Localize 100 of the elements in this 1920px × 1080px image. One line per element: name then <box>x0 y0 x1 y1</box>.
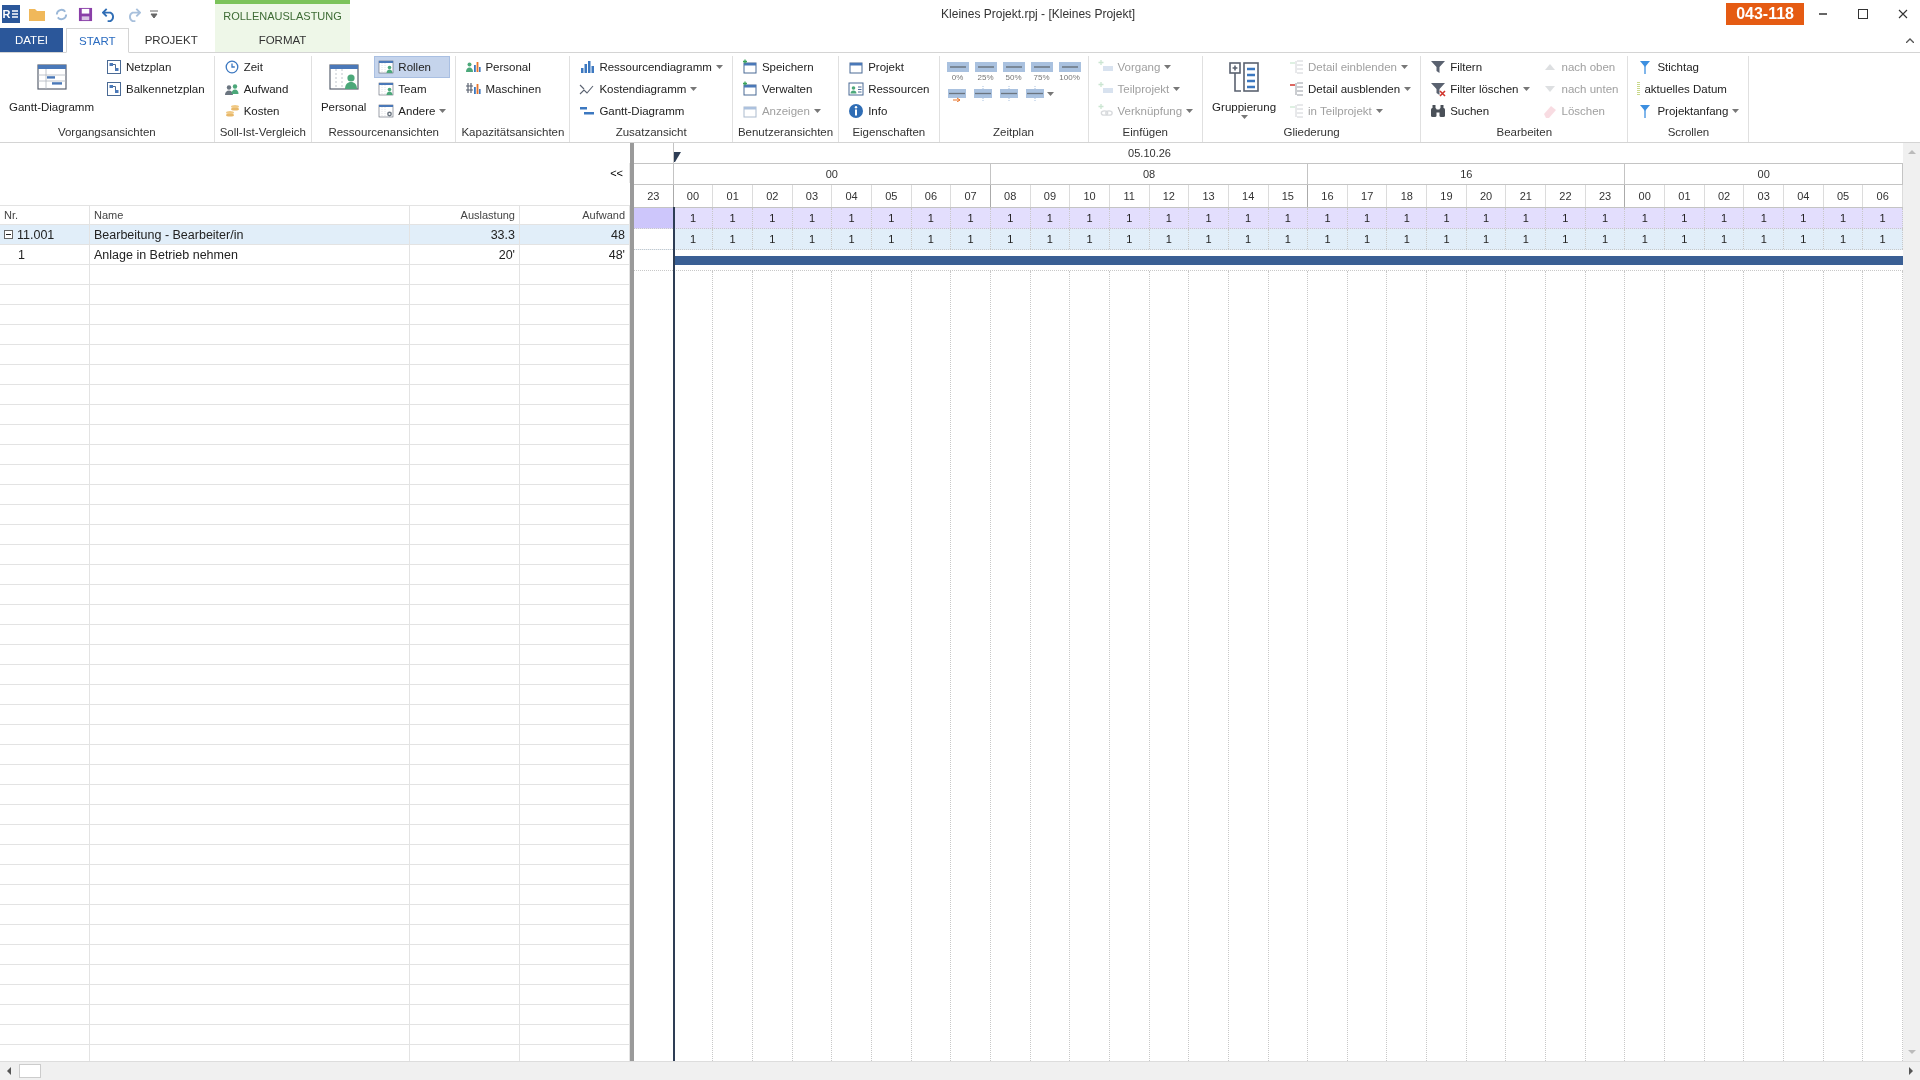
hour-label: 19 <box>1427 185 1467 207</box>
load-cell: 1 <box>1268 208 1309 228</box>
zoom-button[interactable]: 75% <box>1028 62 1055 82</box>
ribbon-button[interactable]: Rollen <box>374 56 451 78</box>
window-plus-icon <box>741 81 758 97</box>
table-cell: 1 <box>18 247 25 262</box>
hour-label: 13 <box>1189 185 1229 207</box>
ribbon-group-label: Benutzeransichten <box>737 126 834 140</box>
table-row[interactable]: 11.001 Bearbeitung - Bearbeiter/in 33.3 48 <box>0 225 630 245</box>
ribbon-button[interactable]: Gruppierung <box>1208 56 1281 124</box>
ribbon-button[interactable]: Detail ausblenden <box>1284 78 1416 100</box>
column-header[interactable]: Nr. <box>0 206 90 224</box>
customize-caret-icon[interactable] <box>150 10 158 18</box>
hour-label: 00 <box>1625 185 1666 207</box>
ribbon-button[interactable]: Personal <box>316 56 371 124</box>
ribbon-button[interactable]: Projektanfang <box>1633 100 1744 122</box>
ribbon-button[interactable]: Suchen <box>1426 100 1534 122</box>
collapse-ribbon-icon[interactable] <box>1906 37 1914 43</box>
ribbon-group-label: Vorgangsansichten <box>56 126 157 140</box>
hour-label: 14 <box>1228 185 1269 207</box>
undo-icon[interactable] <box>102 6 117 22</box>
ribbon-group-label: Gliederung <box>1282 126 1341 140</box>
load-cell: 1 <box>1189 208 1229 228</box>
zoom-button[interactable]: 25% <box>972 62 999 82</box>
hour-label: 17 <box>1347 185 1388 207</box>
load-cell: 1 <box>1387 229 1428 249</box>
caret-icon <box>1186 109 1194 113</box>
load-cell: 1 <box>1030 229 1071 249</box>
ribbon-group-label: Einfügen <box>1121 126 1169 140</box>
ribbon-button[interactable]: Team <box>374 78 451 100</box>
timescale-bar-icon <box>1058 62 1081 72</box>
collapse-pane-button[interactable]: << <box>604 163 629 183</box>
ribbon-button[interactable]: Filter löschen <box>1426 78 1534 100</box>
ribbon-group-label: Zusatzansicht <box>614 126 688 140</box>
table-row[interactable]: 1 Anlage in Betrieb nehmen 20' 48' <box>0 245 630 265</box>
clock-icon <box>223 59 240 75</box>
scrollbar-thumb[interactable] <box>19 1064 41 1078</box>
column-header[interactable]: Name <box>90 206 410 224</box>
funnel-icon <box>1430 59 1447 75</box>
date-label: 05.10.26 <box>1128 147 1171 159</box>
ribbon-button[interactable]: Kostendiagramm <box>575 78 727 100</box>
ribbon-button[interactable]: Zeit <box>219 56 293 78</box>
hour-label: 04 <box>832 185 872 207</box>
hour-label: 10 <box>1070 185 1110 207</box>
save-icon[interactable] <box>78 6 93 22</box>
scroll-right-icon[interactable] <box>1909 1067 1914 1075</box>
ribbon-button[interactable]: Ressourcen <box>844 78 934 100</box>
ribbon-button[interactable]: Verwalten <box>737 78 825 100</box>
ribbon-button[interactable]: Netzplan <box>102 56 209 78</box>
ribbon-button[interactable]: Gantt-Diagramm <box>575 100 727 122</box>
load-cell: 1 <box>1228 208 1269 228</box>
load-cell: 1 <box>1823 208 1864 228</box>
ribbon-button[interactable]: Projekt <box>844 56 934 78</box>
link-icon <box>1097 103 1114 119</box>
ribbon-button[interactable]: Ressourcendiagramm <box>575 56 727 78</box>
ribbon-button[interactable]: Stichtag <box>1633 56 1744 78</box>
task-bar[interactable] <box>673 255 1903 265</box>
load-cell: 1 <box>1347 229 1388 249</box>
load-cell: 1 <box>1466 229 1507 249</box>
load-cell: 1 <box>1823 229 1864 249</box>
hour-label: 05 <box>871 185 912 207</box>
window-title: Kleines Projekt.rpj - [Kleines Projekt] <box>940 7 1137 21</box>
load-cell: 1 <box>792 208 833 228</box>
ribbon-button[interactable]: Balkennetzplan <box>102 78 209 100</box>
ribbon-group-label: Ressourcenansichten <box>327 126 440 140</box>
ribbon-tab[interactable]: PROJEKT <box>131 28 211 52</box>
ribbon-tab[interactable]: DATEI <box>0 28 63 52</box>
zoom-button[interactable]: 100% <box>1056 62 1083 82</box>
ribbon-button[interactable]: Gantt-Diagramm <box>5 56 98 124</box>
load-cell: 1 <box>951 229 991 249</box>
caret-icon <box>715 65 723 69</box>
ribbon-button[interactable]: Aufwand <box>219 78 293 100</box>
app-logo[interactable]: R <box>2 5 20 23</box>
today-marker-icon <box>673 152 681 162</box>
hour-label: 07 <box>951 185 991 207</box>
ribbon-button[interactable]: Maschinen <box>461 78 546 100</box>
timescale-bar-icon <box>972 86 993 102</box>
info-icon <box>848 103 865 119</box>
maximize-icon[interactable] <box>1858 9 1868 19</box>
ribbon-group-label: Zeitplan <box>992 126 1035 140</box>
binoculars-icon <box>1430 103 1447 119</box>
ribbon-button[interactable]: Kosten <box>219 100 293 122</box>
ribbon-tab[interactable]: FORMAT <box>215 28 350 52</box>
ribbon-button[interactable]: aktuelles Datum <box>1633 78 1744 100</box>
zoom-button[interactable]: 0% <box>944 62 971 82</box>
horizontal-scrollbar[interactable] <box>0 1061 1920 1080</box>
column-header[interactable]: Auslastung <box>410 206 520 224</box>
ribbon-button[interactable]: Andere <box>374 100 451 122</box>
zoom-button[interactable]: 50% <box>1000 62 1027 82</box>
ribbon-button[interactable]: Filtern <box>1426 56 1534 78</box>
ribbon-button[interactable]: Personal <box>461 56 546 78</box>
ribbon-button[interactable]: Speichern <box>737 56 825 78</box>
caret-icon <box>1375 109 1383 113</box>
load-cell: 1 <box>752 229 793 249</box>
ribbon-button[interactable]: Info <box>844 100 934 122</box>
scroll-left-icon[interactable] <box>6 1067 11 1075</box>
collapse-icon[interactable] <box>4 230 13 239</box>
load-cell: 1 <box>1665 229 1705 249</box>
ribbon-tab[interactable]: START <box>66 28 129 53</box>
close-icon[interactable] <box>1898 9 1908 19</box>
